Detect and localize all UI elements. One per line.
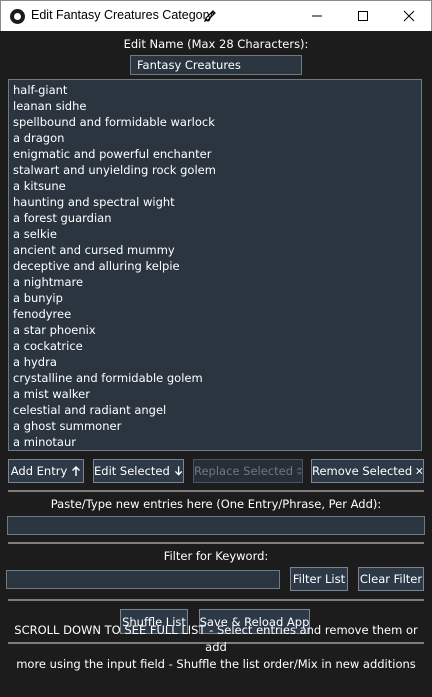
arrow-down-icon [174,466,183,476]
up-down-arrow-icon [297,467,302,475]
add-entry-button[interactable]: Add Entry [8,459,84,483]
x-icon [416,467,423,475]
list-item[interactable]: fenodyree [9,306,421,322]
minimize-icon [312,15,322,17]
list-item[interactable]: half-giant [9,82,421,98]
close-icon [403,10,415,22]
list-item[interactable]: stalwart and unyielding rock golem [9,162,421,178]
edit-selected-button[interactable]: Edit Selected [93,459,184,483]
help-text-line: SCROLL DOWN TO SEE FULL LIST - Select en… [14,623,418,654]
app-icon [10,9,25,24]
new-entries-input[interactable] [7,516,425,535]
list-item[interactable]: a star phoenix [9,322,421,338]
filter-keyword-label: Filter for Keyword: [163,549,269,563]
list-item[interactable]: enigmatic and powerful enchanter [9,146,421,162]
add-entry-label: Add Entry [10,464,68,478]
entries-listbox[interactable]: half-giant leanan sidhe spellbound and for… [8,79,422,451]
filter-keyword-input[interactable] [6,570,280,589]
clear-filter-button[interactable]: Clear Filter [358,567,424,591]
edit-name-label: Edit Name (Max 28 Characters): [123,37,309,51]
list-item[interactable]: deceptive and alluring kelpie [9,258,421,274]
list-item[interactable]: a bunyip [9,290,421,306]
category-name-input[interactable] [130,55,302,75]
list-item[interactable]: a cockatrice [9,338,421,354]
list-item[interactable]: celestial and radiant angel [9,402,421,418]
maximize-button[interactable] [340,1,386,31]
list-item[interactable]: a minotaur [9,434,421,450]
list-item[interactable]: leanan sidhe [9,98,421,114]
help-text: SCROLL DOWN TO SEE FULL LIST - Select en… [10,622,422,673]
remove-selected-label: Remove Selected [312,464,413,478]
replace-selected-button[interactable]: Replace Selected [193,459,303,483]
list-item[interactable]: a hydra [9,354,421,370]
list-item[interactable]: a ghost summoner [9,418,421,434]
list-item[interactable]: haunting and spectral wight [9,194,421,210]
list-item[interactable]: a selkie [9,226,421,242]
help-text-line: more using the input field - Shuffle the… [16,657,416,671]
edit-selected-label: Edit Selected [94,464,170,478]
window-title: Edit Fantasy Creatures Category [31,8,214,22]
separator [8,599,424,601]
maximize-icon [358,11,368,21]
dialog-body: Edit Name (Max 28 Characters): half-gian… [0,31,432,697]
list-item[interactable]: a kitsune [9,178,421,194]
remove-selected-button[interactable]: Remove Selected [311,459,424,483]
separator [8,490,424,492]
list-item[interactable]: spellbound and formidable warlock [9,114,421,130]
title-bar[interactable]: Edit Fantasy Creatures Category [0,0,432,31]
paste-entries-label: Paste/Type new entries here (One Entry/P… [50,497,382,511]
replace-selected-label: Replace Selected [194,464,293,478]
list-item[interactable]: a nightmare [9,274,421,290]
separator [8,542,424,544]
close-button[interactable] [386,1,432,31]
arrow-up-icon [72,466,81,476]
minimize-button[interactable] [294,1,340,31]
list-item[interactable]: a forest guardian [9,210,421,226]
list-item[interactable]: a dragon [9,130,421,146]
filter-list-button[interactable]: Filter List [290,567,348,591]
list-item[interactable]: crystalline and formidable golem [9,370,421,386]
list-item[interactable]: ancient and cursed mummy [9,242,421,258]
pencil-icon [204,10,216,22]
list-item[interactable]: a mist walker [9,386,421,402]
